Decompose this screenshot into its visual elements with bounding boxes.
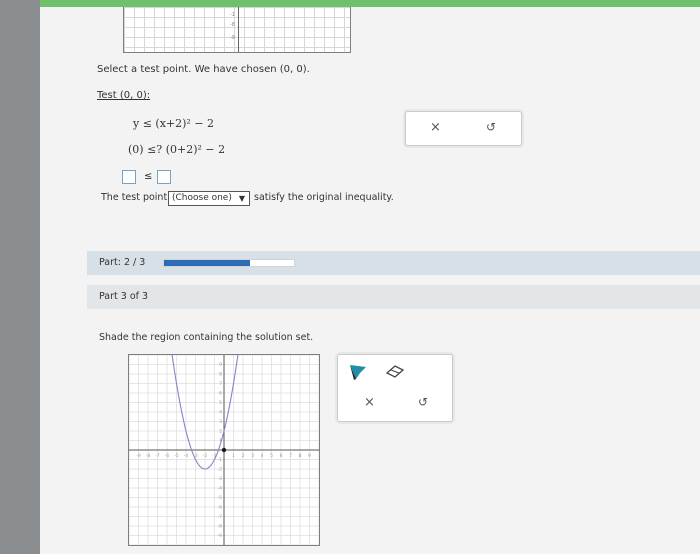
x-tick-label: 4 (261, 453, 264, 459)
x-tick-label: 5 (270, 453, 273, 459)
y-tick-label: -3 (218, 476, 223, 482)
x-tick-label: 3 (251, 453, 254, 459)
part-progress-label: Part: 2 / 3 (99, 257, 146, 268)
tick-label: -1 (230, 12, 235, 18)
y-tick-label: -2 (218, 467, 223, 473)
x-tick-label: -7 (155, 453, 160, 459)
x-tick-label: -5 (174, 453, 179, 459)
comparison-symbol: ≤ (144, 171, 153, 182)
x-tick-label: -4 (184, 453, 189, 459)
left-answer-box[interactable] (122, 170, 136, 184)
tick-label: -9 (230, 35, 235, 41)
undo-icon[interactable]: ↺ (418, 395, 428, 409)
eraser-icon[interactable] (384, 363, 406, 379)
x-tick-label: 2 (242, 453, 245, 459)
graph-canvas[interactable]: -9 -8 -7 -6 -5 -4 -3 -2 -1 1 2 3 4 5 6 7 8 9-9-8-7-6-5-4-… (129, 355, 319, 545)
y-tick-label: 3 (219, 419, 222, 425)
sentence-suffix: satisfy the original inequality. (254, 192, 394, 203)
y-tick-label: -6 (218, 505, 223, 511)
x-tick-label: 1 (232, 453, 235, 459)
x-tick-label: -9 (136, 453, 141, 459)
x-tick-label: 8 (299, 453, 302, 459)
tick-label: -8 (230, 22, 235, 28)
x-tick-label: 9 (308, 453, 311, 459)
top-accent-bar (40, 0, 700, 7)
progress-fill (164, 260, 250, 266)
part3-label: Part 3 of 3 (99, 291, 149, 302)
y-tick-label: -5 (218, 495, 223, 501)
previous-graph-preview: -1 -8 -9 (123, 7, 351, 53)
clear-icon[interactable]: × (430, 120, 441, 135)
part2-toolbox: × ↺ (405, 111, 522, 146)
coordinate-graph[interactable]: -9 -8 -7 -6 -5 -4 -3 -2 -1 1 2 3 4 5 6 7 8 9 -9 -8 -7 -6 -5 -4-… (128, 354, 320, 546)
y-axis (238, 7, 239, 52)
y-tick-label: -1 (218, 457, 223, 463)
y-tick-label: -7 (218, 514, 223, 520)
y-tick-label: 7 (219, 381, 222, 387)
y-tick-label: 6 (219, 391, 222, 397)
y-tick-label: -4 (218, 486, 223, 492)
y-tick-label: 4 (219, 410, 222, 416)
x-tick-label: 7 (289, 453, 292, 459)
x-tick-label: 6 (280, 453, 283, 459)
inequality: y ≤ (x+2)² − 2 (133, 117, 215, 130)
shade-pointer-icon[interactable] (348, 363, 368, 381)
y-tick-label: 9 (219, 362, 222, 368)
y-tick-label: -9 (218, 533, 223, 539)
x-tick-label: -6 (165, 453, 170, 459)
clear-icon[interactable]: × (364, 395, 375, 410)
satisfy-dropdown[interactable]: (Choose one) ▼ (168, 191, 250, 206)
part3-toolbox: × ↺ (337, 354, 453, 422)
undo-icon[interactable]: ↺ (486, 120, 496, 134)
test-label: Test (0, 0): (97, 90, 151, 101)
y-tick-label: -8 (218, 524, 223, 530)
shade-instruction: Shade the region containing the solution… (99, 332, 314, 343)
progress-track (163, 259, 295, 267)
test-point-instruction: Select a test point. We have chosen (0, … (97, 64, 310, 75)
x-tick-label: -8 (146, 453, 151, 459)
x-tick-label: -2 (203, 453, 208, 459)
test-point-marker (221, 447, 227, 453)
chevron-down-icon: ▼ (238, 194, 245, 203)
dropdown-value: (Choose one) (172, 193, 232, 203)
y-tick-label: 2 (219, 429, 222, 435)
part3-header (87, 285, 700, 309)
substitution: (0) ≤? (0+2)² − 2 (128, 143, 226, 156)
sentence-prefix: The test point (101, 192, 168, 203)
y-tick-label: 8 (219, 372, 222, 378)
right-answer-box[interactable] (157, 170, 171, 184)
y-tick-label: 5 (219, 400, 222, 406)
